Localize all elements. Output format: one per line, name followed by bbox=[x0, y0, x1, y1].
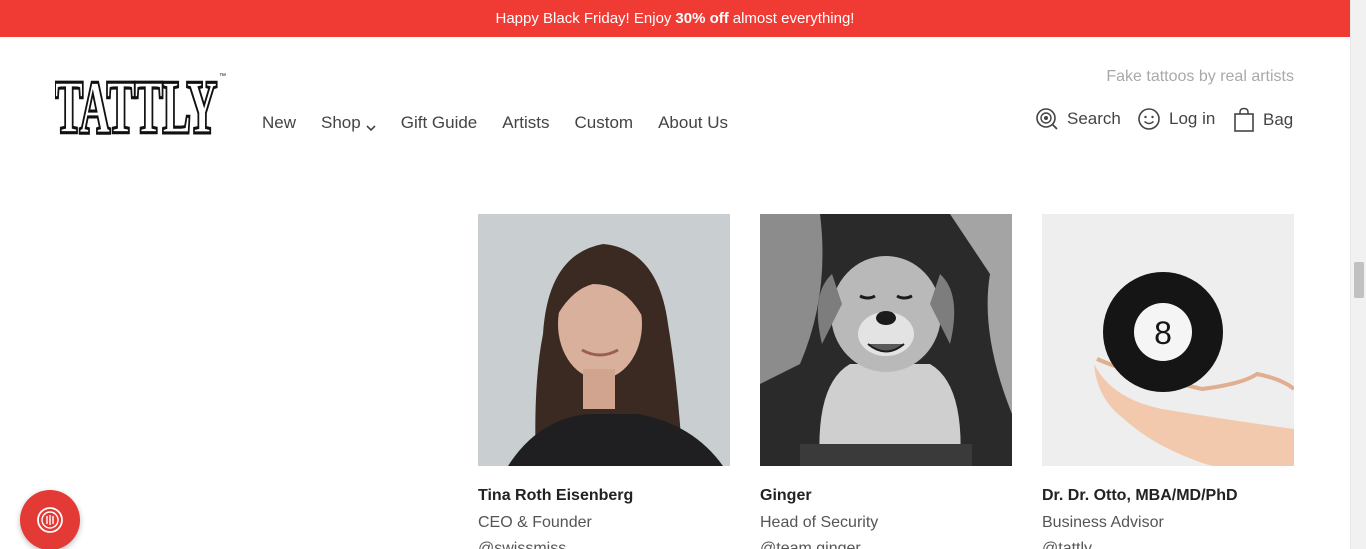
bag-label: Bag bbox=[1263, 110, 1294, 129]
promo-text-pre: Happy Black Friday! Enjoy bbox=[495, 10, 672, 27]
smiley-icon bbox=[1138, 108, 1160, 130]
search-label: Search bbox=[1067, 109, 1121, 128]
search-link[interactable]: Search bbox=[1035, 107, 1121, 131]
team-card: Ginger Head of Security @team.ginger bbox=[760, 214, 1012, 549]
chevron-down-icon bbox=[366, 118, 376, 132]
team-role: Business Advisor bbox=[1042, 514, 1164, 531]
team-handle[interactable]: @swissmiss bbox=[478, 540, 730, 549]
team-photo-otto[interactable]: 8 bbox=[1042, 214, 1294, 466]
main-nav: New Shop Gift Guide Artists Custom About… bbox=[262, 113, 753, 133]
promo-text-post: almost everything! bbox=[732, 10, 855, 27]
team-name: Dr. Dr. Otto, MBA/MD/PhD bbox=[1042, 487, 1238, 504]
nav-shop-label: Shop bbox=[321, 113, 361, 132]
team-photo-tina[interactable] bbox=[478, 214, 730, 466]
eight-ball-number: 8 bbox=[1154, 315, 1172, 351]
svg-text:™: ™ bbox=[219, 73, 226, 80]
page-scrollbar[interactable] bbox=[1350, 0, 1366, 549]
promo-banner: Happy Black Friday! Enjoy 30% off almost… bbox=[0, 0, 1350, 37]
promo-discount: 30% off bbox=[675, 10, 729, 27]
nav-about-us[interactable]: About Us bbox=[658, 113, 728, 133]
login-label: Log in bbox=[1169, 109, 1216, 128]
team-photo-ginger[interactable] bbox=[760, 214, 1012, 466]
nav-artists[interactable]: Artists bbox=[502, 113, 549, 133]
scrollbar-thumb[interactable] bbox=[1354, 262, 1364, 298]
bag-link[interactable]: Bag bbox=[1233, 107, 1293, 133]
team-role: CEO & Founder bbox=[478, 514, 592, 531]
team-card: Tina Roth Eisenberg CEO & Founder @swiss… bbox=[478, 214, 730, 549]
team-handle[interactable]: @tattly bbox=[1042, 540, 1294, 549]
tattly-logo[interactable]: TATTLY TATTLY ™ bbox=[53, 65, 227, 152]
help-button[interactable] bbox=[20, 490, 80, 549]
nav-shop[interactable]: Shop bbox=[321, 113, 376, 133]
tagline: Fake tattoos by real artists bbox=[1106, 68, 1294, 85]
help-icon bbox=[37, 507, 63, 533]
search-icon bbox=[1036, 108, 1058, 130]
team-handle[interactable]: @team.ginger bbox=[760, 540, 1012, 549]
login-link[interactable]: Log in bbox=[1137, 107, 1215, 131]
nav-custom[interactable]: Custom bbox=[575, 113, 634, 133]
team-role: Head of Security bbox=[760, 514, 879, 531]
nav-gift-guide[interactable]: Gift Guide bbox=[401, 113, 478, 133]
svg-text:TATTLY: TATTLY bbox=[55, 68, 217, 138]
bag-icon bbox=[1234, 107, 1254, 132]
nav-new[interactable]: New bbox=[262, 113, 296, 133]
team-name: Ginger bbox=[760, 487, 812, 504]
team-name: Tina Roth Eisenberg bbox=[478, 487, 634, 504]
team-card: 8 Dr. Dr. Otto, MBA/MD/PhD Business Advi… bbox=[1042, 214, 1294, 549]
